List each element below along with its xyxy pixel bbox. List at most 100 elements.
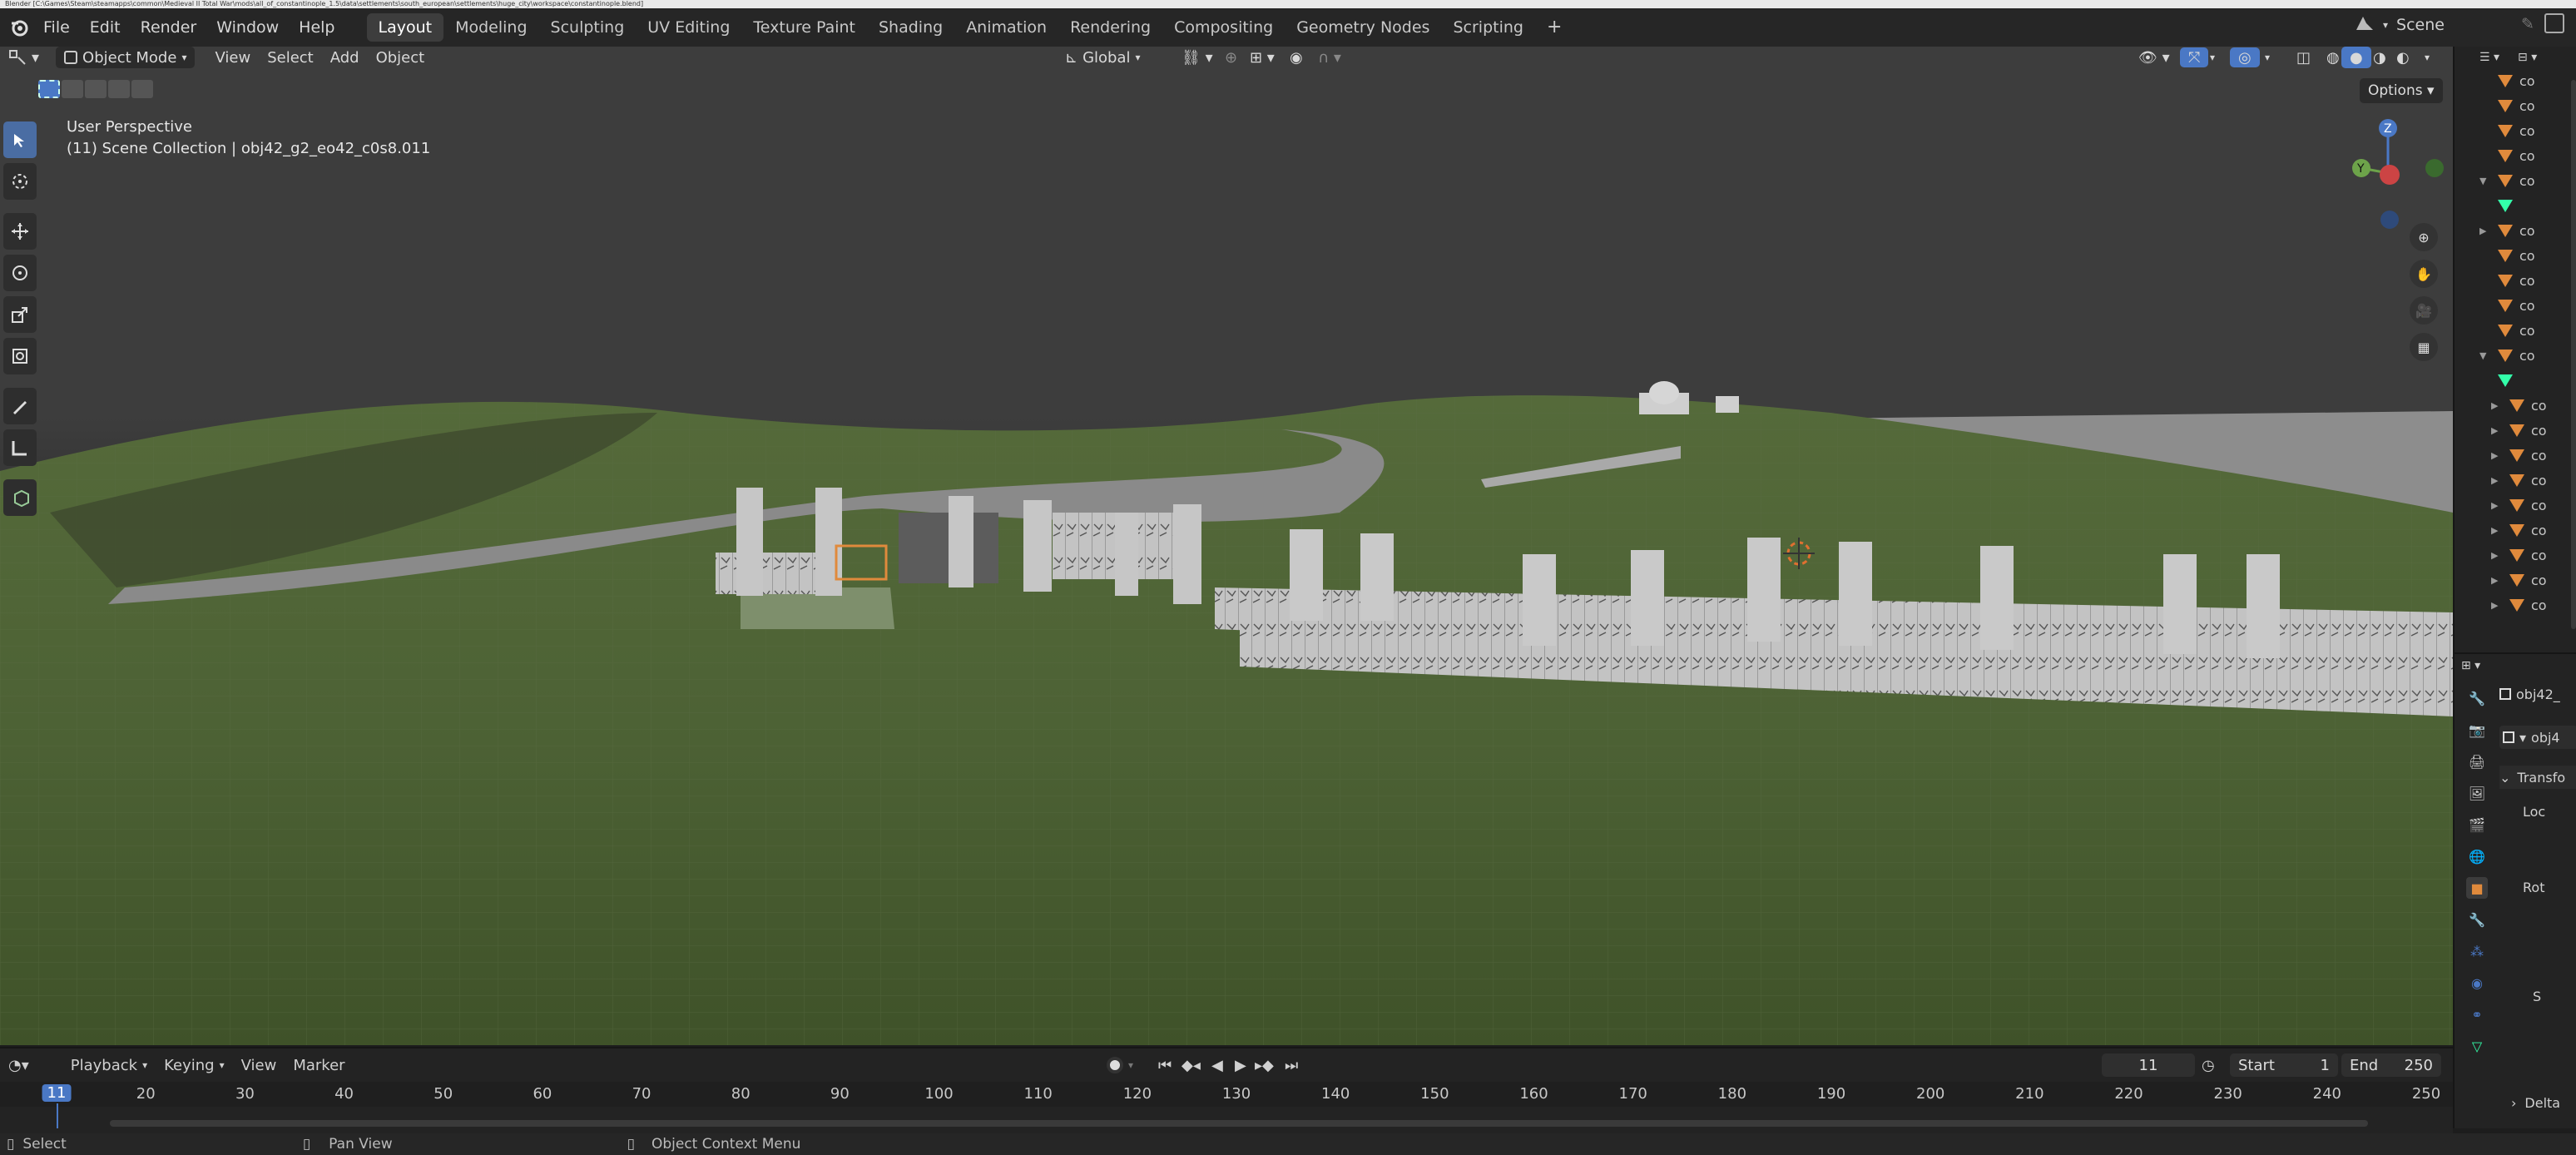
select-extend-icon[interactable] xyxy=(62,80,83,98)
jump-end-icon[interactable]: ⏭ xyxy=(1285,1057,1298,1074)
shading-rendered-icon[interactable]: ◐ xyxy=(2388,47,2418,68)
chevron-right-icon[interactable]: ▶ xyxy=(2491,400,2504,411)
move-tool-icon[interactable] xyxy=(3,213,37,250)
rotate-tool-icon[interactable] xyxy=(3,255,37,291)
outliner-scrollbar[interactable] xyxy=(2571,80,2576,629)
tab-texture-paint[interactable]: Texture Paint xyxy=(741,13,867,42)
chevron-right-icon[interactable]: ▶ xyxy=(2491,600,2504,611)
outliner-row[interactable]: ▶ co xyxy=(2455,568,2576,592)
tab-rendering[interactable]: Rendering xyxy=(1058,13,1162,42)
select-intersect-icon[interactable] xyxy=(131,80,153,98)
menu-keying[interactable]: Keying ▾ xyxy=(156,1054,233,1076)
outliner-row[interactable]: co xyxy=(2455,293,2576,318)
scene-selector[interactable]: ▾ Scene xyxy=(2355,13,2445,36)
outliner-row[interactable]: ▶ co xyxy=(2455,592,2576,617)
scene-tab-icon[interactable]: 🎬 xyxy=(2466,814,2488,835)
outliner-row[interactable]: ▶ co xyxy=(2455,518,2576,543)
object-mode-dropdown[interactable]: Object Mode ▾ xyxy=(56,47,196,68)
chevron-right-icon[interactable]: ▶ xyxy=(2491,475,2504,486)
constraints-tab-icon[interactable]: ⚭ xyxy=(2466,1004,2488,1025)
timeline-scrollbar[interactable] xyxy=(110,1120,2368,1127)
chevron-down-icon[interactable]: ▼ xyxy=(2479,176,2493,186)
transform-tool-icon[interactable] xyxy=(3,338,37,374)
transform-orientation-dropdown[interactable]: ⊾ Global ▾ xyxy=(1057,47,1149,68)
scale-tool-icon[interactable] xyxy=(3,296,37,333)
scene-pin-icon[interactable]: ✎ xyxy=(2521,15,2534,33)
annotate-tool-icon[interactable] xyxy=(3,388,37,424)
outliner-row[interactable] xyxy=(2455,193,2576,218)
outliner-row[interactable]: ▶ co xyxy=(2455,418,2576,443)
play-icon[interactable]: ▶ xyxy=(1235,1057,1246,1074)
outliner-row[interactable]: ▶ co xyxy=(2455,468,2576,493)
menu-select[interactable]: Select xyxy=(259,47,322,68)
visibility-icon[interactable]: 👁 ▾ xyxy=(2130,47,2178,68)
object-data-field[interactable]: ▾ obj4 xyxy=(2499,726,2576,749)
outliner-row[interactable]: co xyxy=(2455,318,2576,343)
select-box-tool-icon[interactable] xyxy=(3,121,37,158)
outliner-row[interactable] xyxy=(2455,368,2576,393)
outliner-panel[interactable]: ☰ ▾ ⊟ ▾ co co co co ▼ co ▶ co co co co co ▼ co ▶ co ▶ co ▶… xyxy=(2453,47,2576,652)
zoom-view-icon[interactable]: ⊕ xyxy=(2410,223,2438,251)
start-frame-field[interactable]: Start 1 xyxy=(2230,1053,2338,1077)
ortho-toggle-icon[interactable]: ▦ xyxy=(2410,333,2438,361)
physics-tab-icon[interactable]: ◉ xyxy=(2466,972,2488,994)
menu-edit[interactable]: Edit xyxy=(80,12,131,42)
object-tab-icon[interactable]: ■ xyxy=(2466,877,2488,899)
outliner-row[interactable]: ▶ co xyxy=(2455,218,2576,243)
jump-start-icon[interactable]: ⏮ xyxy=(1158,1057,1172,1074)
outliner-row[interactable]: co xyxy=(2455,93,2576,118)
outliner-row[interactable]: co xyxy=(2455,68,2576,93)
current-frame-indicator[interactable]: 11 xyxy=(42,1084,72,1102)
options-dropdown[interactable]: Options ▾ xyxy=(2360,78,2443,103)
chevron-right-icon[interactable]: ▶ xyxy=(2491,500,2504,511)
menu-add[interactable]: Add xyxy=(322,47,368,68)
tool-tab-icon[interactable]: 🔧 xyxy=(2466,687,2488,709)
chevron-right-icon[interactable]: ▶ xyxy=(2479,226,2493,236)
play-reverse-icon[interactable]: ◀ xyxy=(1211,1057,1223,1074)
menu-timeline-view[interactable]: View xyxy=(233,1054,285,1076)
outliner-row[interactable]: ▶ co xyxy=(2455,493,2576,518)
chevron-right-icon[interactable]: ▶ xyxy=(2491,450,2504,461)
editor-type-icon[interactable]: ▾ xyxy=(0,47,47,68)
tab-uv-editing[interactable]: UV Editing xyxy=(636,13,741,42)
menu-file[interactable]: File xyxy=(33,12,80,42)
tab-shading[interactable]: Shading xyxy=(867,13,954,42)
select-subtract-icon[interactable] xyxy=(85,80,107,98)
tab-sculpting[interactable]: Sculpting xyxy=(539,13,637,42)
particles-tab-icon[interactable]: ⁂ xyxy=(2466,940,2488,962)
chevron-right-icon[interactable]: ▶ xyxy=(2491,425,2504,436)
chevron-right-icon[interactable]: ▶ xyxy=(2491,550,2504,561)
gizmo-dropdown-icon[interactable]: ▾ xyxy=(2210,52,2215,63)
measure-tool-icon[interactable] xyxy=(3,429,37,466)
chevron-down-icon[interactable]: ▼ xyxy=(2479,350,2493,361)
xray-icon[interactable]: ◫ xyxy=(2288,47,2319,68)
outliner-row[interactable]: ▶ co xyxy=(2455,543,2576,568)
proportional-editing-icon[interactable]: ◉ xyxy=(1281,47,1311,68)
shading-dropdown-icon[interactable]: ▾ xyxy=(2425,52,2430,63)
menu-view[interactable]: View xyxy=(206,47,259,68)
properties-panel[interactable]: ⊞ ▾ 🔧 📷 🖨 🖼 🎬 🌐 ■ 🔧 ⁂ ◉ ⚭ ▽ obj42_ ▾ obj… xyxy=(2453,652,2576,1128)
add-cube-tool-icon[interactable] xyxy=(3,479,37,516)
properties-editor-icon[interactable]: ⊞ ▾ xyxy=(2461,659,2480,672)
outliner-row[interactable]: co xyxy=(2455,118,2576,143)
tab-scripting[interactable]: Scripting xyxy=(1441,13,1535,42)
menu-render[interactable]: Render xyxy=(131,12,207,42)
snap-target-icon[interactable]: ⊞ ▾ xyxy=(1241,47,1283,68)
render-tab-icon[interactable]: 📷 xyxy=(2466,719,2488,741)
overlays-icon[interactable]: ◎ xyxy=(2230,47,2260,67)
current-frame-field[interactable]: 11 xyxy=(2102,1053,2195,1077)
output-tab-icon[interactable]: 🖨 xyxy=(2466,751,2488,772)
chevron-right-icon[interactable]: ▶ xyxy=(2491,575,2504,586)
outliner-row[interactable]: ▼ co xyxy=(2455,343,2576,368)
menu-help[interactable]: Help xyxy=(289,12,344,42)
chevron-right-icon[interactable]: ▶ xyxy=(2491,525,2504,536)
tab-animation[interactable]: Animation xyxy=(954,13,1058,42)
menu-playback[interactable]: Playback ▾ xyxy=(62,1054,156,1076)
new-scene-icon[interactable] xyxy=(2544,13,2564,33)
end-frame-field[interactable]: End 250 xyxy=(2341,1053,2441,1077)
pan-view-icon[interactable]: ✋ xyxy=(2410,260,2438,288)
outliner-row[interactable]: co xyxy=(2455,243,2576,268)
tab-modeling[interactable]: Modeling xyxy=(443,13,538,42)
prev-keyframe-icon[interactable]: ◆◂ xyxy=(1181,1057,1201,1074)
next-keyframe-icon[interactable]: ▸◆ xyxy=(1255,1057,1274,1074)
